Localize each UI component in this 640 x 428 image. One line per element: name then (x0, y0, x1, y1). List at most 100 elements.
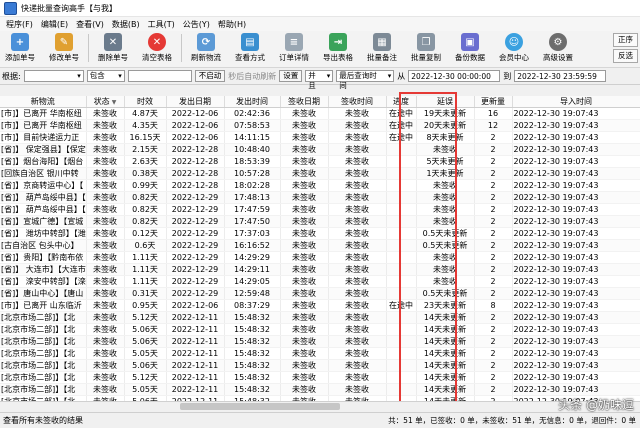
cell-status: 未签收 (86, 203, 125, 216)
cell-sign-date: 未签收 (280, 251, 329, 264)
cell-timeliness: 4.35天 (124, 119, 167, 132)
cell-send-time: 17:48:13 (224, 191, 281, 204)
menu-edit[interactable]: 编辑(E) (37, 19, 72, 30)
edit-number-button[interactable]: ✎ 修改单号 (44, 33, 84, 63)
menu-tools[interactable]: 工具(T) (144, 19, 179, 30)
menu-notice[interactable]: 公告(Y) (179, 19, 214, 30)
cell-update-count: 2 (474, 311, 513, 324)
filter-field-select[interactable] (23, 70, 84, 82)
order-detail-button[interactable]: ≡ 订单详情 (274, 33, 314, 63)
cell-new-logistics: [省]】京商转运中心】【 (0, 179, 87, 192)
invert-select-button[interactable]: 反选 (613, 49, 638, 63)
cell-sign-time: 未签收 (328, 215, 387, 228)
cell-import-time: 2022-12-30 19:07:43 (512, 167, 640, 180)
col-status[interactable]: 状态 ▼ (86, 96, 125, 108)
cell-sign-date: 未签收 (280, 191, 329, 204)
sort-order-button[interactable]: 正序 (613, 33, 638, 47)
cell-send-date: 2022-12-29 (166, 239, 225, 252)
col-sign-time[interactable]: 签收时间 (328, 96, 387, 108)
table-row[interactable]: [回族自治区 银川中转 未签收 0.38天 2022-12-28 10:57:28 未签收… (0, 167, 640, 180)
cell-sign-date: 未签收 (280, 227, 329, 240)
backup-data-button[interactable]: ▣ 备份数据 (450, 33, 490, 63)
table-row[interactable]: [省]】唐山中心】【唐山 未签收 0.31天 2022-12-29 12:59:48 未签… (0, 287, 640, 300)
table-row[interactable]: [北京市场二部]】【北 未签收 5.06天 2022-12-11 15:48:32 未签收… (0, 335, 640, 348)
toolbar-divider (181, 34, 182, 62)
cell-send-date: 2022-12-28 (166, 155, 225, 168)
menu-data[interactable]: 数据(B) (108, 19, 144, 30)
filter-keyword-input[interactable] (127, 70, 192, 82)
col-sign-date[interactable]: 签收日期 (280, 96, 329, 108)
status-bar: 查看所有未签收的结果 共：51 单，已签收：0 单，未签收：51 单，无信息：0… (0, 412, 640, 428)
table-row[interactable]: [省]】 保定强县】【保定 未签收 2.15天 2022-12-28 10:48:40 未… (0, 143, 640, 156)
table-row[interactable]: [市]】已离开 华南枢纽 未签收 4.87天 2022-12-06 02:42:36 未签… (0, 107, 640, 120)
cell-import-time: 2022-12-30 19:07:43 (512, 383, 640, 396)
cell-new-logistics: [省]】唐山中心】【唐山 (0, 287, 87, 300)
table-row[interactable]: [北京市场二部]】【北 未签收 5.06天 2022-12-11 15:48:32 未签收… (0, 323, 640, 336)
col-progress[interactable]: 进度 (386, 96, 417, 108)
cell-sign-date: 未签收 (280, 263, 329, 276)
cell-status: 未签收 (86, 371, 125, 384)
view-mode-button[interactable]: ▤ 查看方式 (230, 33, 270, 63)
table-row[interactable]: [北京市场二部]】【北 未签收 5.05天 2022-12-11 15:48:32 未签收… (0, 347, 640, 360)
horizontal-scrollbar[interactable] (0, 401, 640, 412)
delete-number-button[interactable]: ✕ 删除单号 (93, 33, 133, 63)
member-center-button[interactable]: ☺ 会员中心 (494, 33, 534, 63)
cell-sign-date: 未签收 (280, 131, 329, 144)
table-row[interactable]: [省]】 葫芦岛绥中县】【 未签收 0.82天 2022-12-29 17:47:59 未… (0, 203, 640, 216)
menu-program[interactable]: 程序(F) (2, 19, 37, 30)
col-send-time[interactable]: 发出时间 (224, 96, 281, 108)
cell-send-time: 15:48:32 (224, 335, 281, 348)
advanced-settings-button[interactable]: ⚙ 高级设置 (538, 33, 578, 63)
export-table-button[interactable]: ⇥ 导出表格 (318, 33, 358, 63)
clear-table-button[interactable]: ✕ 清空表格 (137, 33, 177, 63)
cell-status: 未签收 (86, 311, 125, 324)
table-row[interactable]: [省]】 葫芦岛绥中县】【 未签收 0.82天 2022-12-29 17:48:13 未… (0, 191, 640, 204)
logic-select[interactable]: 并且 (305, 70, 334, 90)
time-field-select[interactable]: 最后查询时间 (336, 70, 395, 90)
table-row[interactable]: [省]】宣城广德】【宣城 未签收 0.82天 2022-12-29 17:47:50 未签… (0, 215, 640, 228)
cell-progress (386, 203, 417, 216)
refresh-logistics-button[interactable]: ⟳ 刷新物流 (186, 33, 226, 63)
cell-new-logistics: [省]】 滦安中转部】【滦安 (0, 275, 87, 288)
table-row[interactable]: [北京市场二部]】【北 未签收 5.05天 2022-12-11 15:48:32 未签收… (0, 383, 640, 396)
cell-sign-time: 未签收 (328, 371, 387, 384)
filter-op-select[interactable]: 包含 (86, 70, 125, 82)
table-row[interactable]: [北京市场二部]】【北 未签收 5.06天 2022-12-11 15:48:32 未签收… (0, 359, 640, 372)
menu-help[interactable]: 帮助(H) (214, 19, 250, 30)
table-row[interactable]: [市]】目前快递运力正 未签收 16.15天 2022-12-06 14:11:15 未签… (0, 131, 640, 144)
col-send-date[interactable]: 发出日期 (166, 96, 225, 108)
table-row[interactable]: [北京市场二部]】【北 未签收 5.12天 2022-12-11 15:48:32 未签收… (0, 371, 640, 384)
scrollbar-thumb[interactable] (180, 403, 340, 410)
batch-copy-button[interactable]: ❐ 批量复制 (406, 33, 446, 63)
batch-note-button[interactable]: ▦ 批量备注 (362, 33, 402, 63)
cell-new-logistics: [市]】目前快递运力正 (0, 131, 87, 144)
table-row[interactable]: [省]】烟台海阳】【烟台 未签收 2.63天 2022-12-28 18:53:39 未签… (0, 155, 640, 168)
table-row[interactable]: [省]】 潍坊中转部】【潍坊 未签收 0.12天 2022-12-29 17:37:03… (0, 227, 640, 240)
table-row[interactable]: [市]】已离开 山东临沂 未签收 0.95天 2022-12-06 08:37:29 未签… (0, 299, 640, 312)
table-row[interactable]: [北京市场二部]】【北 未签收 5.12天 2022-12-11 15:48:32 未签收… (0, 311, 640, 324)
table-row[interactable]: [省]】 滦安中转部】【滦安 未签收 1.11天 2022-12-29 14:29:05… (0, 275, 640, 288)
table-row[interactable]: [省]】京商转运中心】【 未签收 0.99天 2022-12-28 18:02:28 未签… (0, 179, 640, 192)
cell-sign-date: 未签收 (280, 335, 329, 348)
table-row[interactable]: [省]】 大连市】【大连市 未签收 1.11天 2022-12-29 14:29:11 未… (0, 263, 640, 276)
col-import-time[interactable]: 导入时间 (512, 96, 640, 108)
col-timeliness[interactable]: 时效 (124, 96, 167, 108)
col-update-count[interactable]: 更新量 (474, 96, 513, 108)
settings-button[interactable]: 设置 (279, 70, 303, 82)
col-delay[interactable]: 延误 (416, 96, 475, 108)
to-date-input[interactable]: 2022-12-30 23:59:59 (514, 70, 607, 82)
cell-sign-date: 未签收 (280, 287, 329, 300)
not-start-button[interactable]: 不启动 (194, 70, 226, 82)
cell-send-time: 16:16:52 (224, 239, 281, 252)
cell-new-logistics: [北京市场二部]】【北 (0, 383, 87, 396)
col-new-logistics[interactable]: 新物流 (0, 96, 87, 108)
table-row[interactable]: [市]】已离开 华南枢纽 未签收 4.35天 2022-12-06 07:58:53 未签… (0, 119, 640, 132)
table-row[interactable]: [省]】贵阳】【黔南布依 未签收 1.11天 2022-12-29 14:29:29 未签… (0, 251, 640, 264)
cell-update-count: 2 (474, 203, 513, 216)
from-date-input[interactable]: 2022-12-30 00:00:00 (408, 70, 501, 82)
add-number-button[interactable]: + 添加单号 (0, 33, 40, 63)
cell-delay: 20天未更新 (416, 119, 475, 132)
cell-update-count: 2 (474, 251, 513, 264)
table-row[interactable]: [古自治区 包头中心】 未签收 0.6天 2022-12-29 16:16:52 未签收未… (0, 239, 640, 252)
menu-view[interactable]: 查看(V) (72, 19, 108, 30)
